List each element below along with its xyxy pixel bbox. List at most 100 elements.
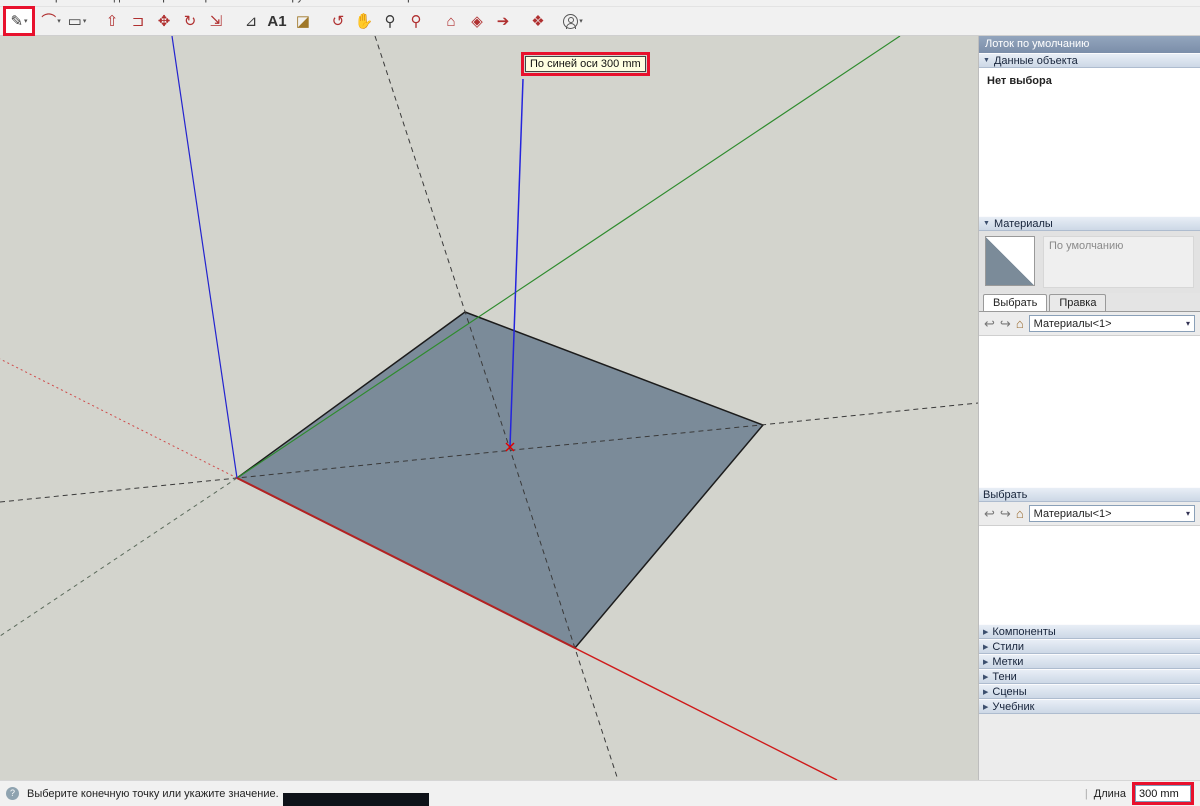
section-label: Метки [992, 655, 1024, 668]
collapse-arrow-icon: ▼ [983, 57, 990, 64]
status-message: Выберите конечную точку или укажите знач… [27, 787, 279, 800]
collapse-arrow-icon: ▶ [983, 703, 989, 711]
back-arrow-icon[interactable]: ↩ [984, 317, 995, 330]
select-dropdown[interactable]: Материалы<1> ▾ [1028, 505, 1195, 522]
toolbar: ✎ ▾ ⌒ ▾ ▭ ▾ ⇧ ⊐ ✥ ↻ ⇲ ⊿ A1 ◪ ↺ ✋ ⚲ ⚲ ⌂ ◈… [0, 6, 1200, 36]
menu-window[interactable]: Окно [352, 0, 378, 3]
materials-dropdown[interactable]: Материалы<1> ▾ [1028, 315, 1195, 332]
section-label: Выбрать [983, 488, 1028, 501]
help-icon[interactable]: ? [6, 787, 19, 800]
push-pull-button[interactable]: ⇧ [99, 9, 125, 33]
chevron-down-icon: ▾ [1185, 509, 1190, 518]
push-pull-icon: ⇧ [105, 12, 119, 30]
text-tool-button[interactable]: A1 [264, 9, 290, 33]
menu-draw[interactable]: Нарисовать [191, 0, 251, 3]
model-view [0, 36, 978, 780]
home-icon[interactable]: ⌂ [1016, 507, 1024, 520]
select-dropdown-value: Материалы<1> [1033, 507, 1112, 520]
account-person-icon [563, 13, 579, 29]
measurement-highlight [1132, 782, 1194, 805]
arc-tool-icon: ⌒ [41, 12, 57, 30]
collapse-arrow-icon: ▶ [983, 658, 989, 666]
paint-bucket-button[interactable]: ◪ [290, 9, 316, 33]
tray-section-components[interactable]: ▶ Компоненты [979, 624, 1200, 639]
red-axis-negative [0, 358, 238, 479]
zoom-extents-button[interactable]: ⚲ [403, 9, 429, 33]
offset-icon: ⊐ [131, 12, 145, 30]
scale-icon: ⇲ [209, 12, 223, 30]
move-button[interactable]: ✥ [151, 9, 177, 33]
tab-select[interactable]: Выбрать [983, 294, 1048, 311]
section-label: Учебник [992, 700, 1035, 713]
material-preview-row: По умолчанию [979, 231, 1200, 293]
extension-warehouse-button[interactable]: ◈ [464, 9, 490, 33]
tray-section-scenes[interactable]: ▶ Сцены [979, 684, 1200, 699]
sketchup-window: Файл Правка Вид Камера Нарисовать Инстру… [0, 0, 1200, 806]
material-thumbnail[interactable] [985, 236, 1035, 286]
drawing-canvas[interactable]: По синей оси 300 mm [0, 36, 978, 780]
back-arrow-icon[interactable]: ↩ [984, 507, 995, 520]
forward-arrow-icon[interactable]: ↪ [1000, 317, 1011, 330]
menu-edit[interactable]: Правка [47, 0, 84, 3]
materials-dropdown-value: Материалы<1> [1033, 317, 1112, 330]
tray-section-tags[interactable]: ▶ Метки [979, 654, 1200, 669]
tray-section-styles[interactable]: ▶ Стили [979, 639, 1200, 654]
extension-search-button[interactable]: ❖ [525, 9, 551, 33]
tooltip-highlight: По синей оси 300 mm [521, 52, 650, 76]
rotate-button[interactable]: ↻ [177, 9, 203, 33]
orbit-button[interactable]: ↺ [325, 9, 351, 33]
move-icon: ✥ [157, 12, 171, 30]
offset-button[interactable]: ⊐ [125, 9, 151, 33]
chevron-down-icon: ▾ [1185, 319, 1190, 328]
collapse-arrow-icon: ▶ [983, 643, 989, 651]
forward-arrow-icon[interactable]: ↪ [1000, 507, 1011, 520]
menu-tools[interactable]: Инструменты [267, 0, 336, 3]
extension-warehouse-icon: ◈ [471, 12, 483, 30]
tray-section-entity-info[interactable]: ▼ Данные объекта [979, 53, 1200, 68]
measurement-input[interactable] [1135, 785, 1191, 802]
scale-button[interactable]: ⇲ [203, 9, 229, 33]
section-label: Тени [992, 670, 1017, 683]
chevron-down-icon[interactable]: ▾ [24, 17, 28, 25]
menu-help[interactable]: Справка [393, 0, 436, 3]
arc-tool-button[interactable]: ⌒ ▾ [38, 9, 64, 33]
menu-view[interactable]: Вид [100, 0, 120, 3]
zoom-button[interactable]: ⚲ [377, 9, 403, 33]
collapse-arrow-icon: ▼ [983, 220, 990, 227]
home-icon[interactable]: ⌂ [1016, 317, 1024, 330]
zoom-extents-icon: ⚲ [410, 12, 422, 30]
menu-camera[interactable]: Камера [136, 0, 174, 3]
collapse-arrow-icon: ▶ [983, 628, 989, 636]
tray-empty-space [979, 714, 1200, 780]
select-list[interactable] [979, 525, 1200, 624]
tray-section-shadows[interactable]: ▶ Тени [979, 669, 1200, 684]
3d-warehouse-button[interactable]: ⌂ [438, 9, 464, 33]
shapes-tool-button[interactable]: ▭ ▾ [64, 9, 90, 33]
pan-button[interactable]: ✋ [351, 9, 377, 33]
section-label: Данные объекта [993, 54, 1078, 67]
chevron-down-icon[interactable]: ▾ [579, 17, 583, 25]
tray-section-select[interactable]: Выбрать [979, 487, 1200, 502]
tab-edit[interactable]: Правка [1049, 294, 1107, 311]
entity-info-panel: Нет выбора [979, 68, 1200, 216]
materials-tabs: Выбрать Правка [979, 293, 1200, 312]
collapse-arrow-icon: ▶ [983, 673, 989, 681]
tape-measure-button[interactable]: ⊿ [238, 9, 264, 33]
face-square[interactable] [235, 311, 765, 649]
tray-section-instructor[interactable]: ▶ Учебник [979, 699, 1200, 714]
chevron-down-icon[interactable]: ▾ [83, 17, 87, 25]
section-label: Компоненты [992, 625, 1056, 638]
send-to-layout-button[interactable]: ➔ [490, 9, 516, 33]
active-tool-highlight: ✎ ▾ [3, 6, 35, 36]
tray-section-materials[interactable]: ▼ Материалы [979, 216, 1200, 231]
line-tool-button[interactable]: ✎ ▾ [6, 9, 32, 33]
materials-list[interactable] [979, 335, 1200, 487]
3d-warehouse-icon: ⌂ [446, 12, 456, 30]
chevron-down-icon[interactable]: ▾ [57, 17, 61, 25]
menu-bar: Файл Правка Вид Камера Нарисовать Инстру… [0, 0, 1200, 7]
zoom-icon: ⚲ [384, 12, 396, 30]
tray-title[interactable]: Лоток по умолчанию [979, 36, 1200, 53]
account-button[interactable]: ▾ [560, 9, 586, 33]
menu-file[interactable]: Файл [4, 0, 31, 3]
material-name-label: По умолчанию [1043, 236, 1194, 288]
